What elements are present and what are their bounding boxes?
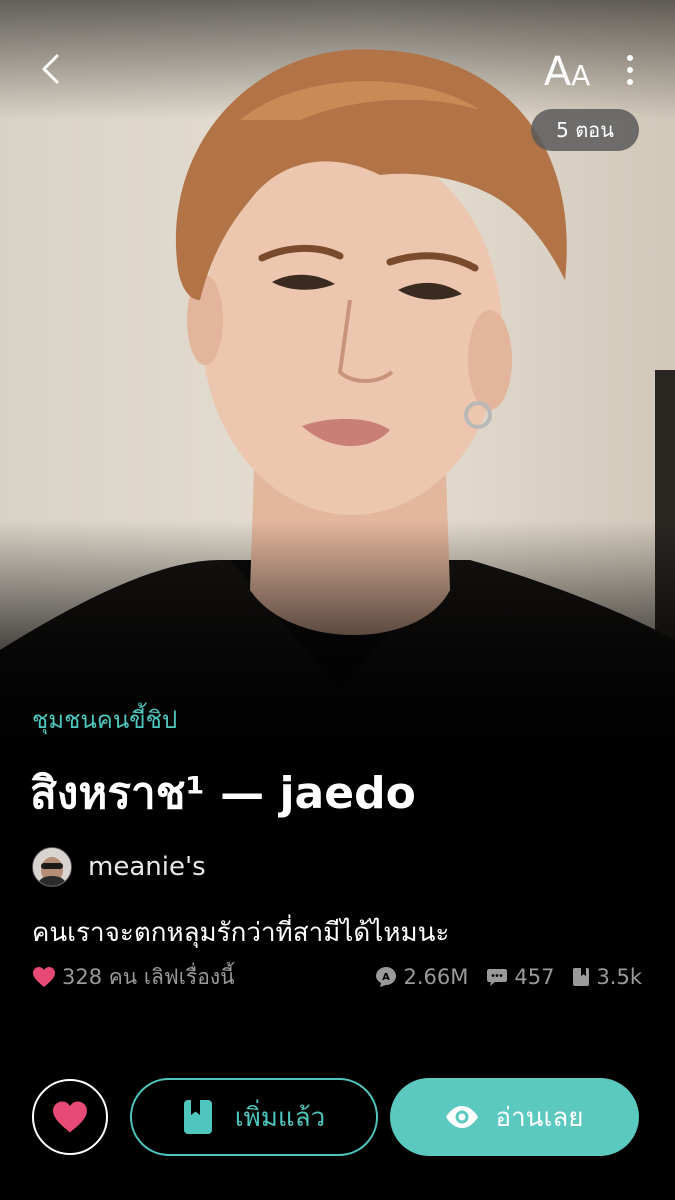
heart-icon (33, 967, 55, 987)
more-options-button[interactable] (612, 48, 648, 92)
svg-text:A: A (383, 972, 391, 983)
author-avatar-image (33, 848, 71, 886)
bookmark-book-icon (183, 1100, 212, 1134)
read-label: อ่านเลย (495, 1102, 584, 1133)
author-link[interactable]: meanie's (32, 847, 206, 887)
font-size-small-letter: A (571, 59, 591, 92)
book-icon (573, 968, 590, 986)
avatar (32, 847, 72, 887)
episode-count-label: 5 ตอน (556, 118, 614, 142)
views-stat: A 2.66M (375, 965, 468, 989)
font-size-button[interactable]: A A (538, 46, 596, 92)
novel-title: สิงหราช¹ — jaedo (30, 768, 416, 819)
bookmarks-count: 3.5k (596, 965, 642, 989)
love-button[interactable] (32, 1079, 108, 1155)
heart-icon (53, 1101, 87, 1133)
views-count: 2.66M (403, 965, 469, 989)
stats-counters: A 2.66M 457 3.5k (375, 965, 642, 989)
back-button[interactable] (30, 48, 72, 90)
episode-count-badge: 5 ตอน (531, 109, 639, 151)
comment-icon (487, 969, 508, 986)
vertical-dots-icon (627, 55, 633, 61)
likes-text: 328 คน เลิฟเรื่องนี้ (62, 964, 235, 989)
likes-stat: 328 คน เลิฟเรื่องนี้ (32, 961, 234, 994)
comments-count: 457 (514, 965, 555, 989)
comments-stat: 457 (486, 965, 554, 989)
eye-icon (446, 1106, 479, 1128)
chevron-left-icon (42, 54, 59, 84)
added-to-library-button[interactable]: เพิ่มแล้ว (130, 1078, 378, 1156)
added-label: เพิ่มแล้ว (234, 1102, 326, 1133)
font-size-big-letter: A (543, 49, 572, 95)
author-name: meanie's (88, 852, 206, 882)
bookmarks-stat: 3.5k (572, 965, 642, 989)
views-icon: A (376, 967, 397, 987)
stats-row: 328 คน เลิฟเรื่องนี้ A 2.66M 457 3.5k (32, 960, 642, 994)
category-label[interactable]: ชุมชนคนขี้ชิป (32, 700, 177, 739)
novel-tagline: คนเราจะตกหลุมรักว่าที่สามีได้ไหมนะ (32, 918, 450, 948)
read-now-button[interactable]: อ่านเลย (390, 1078, 639, 1156)
